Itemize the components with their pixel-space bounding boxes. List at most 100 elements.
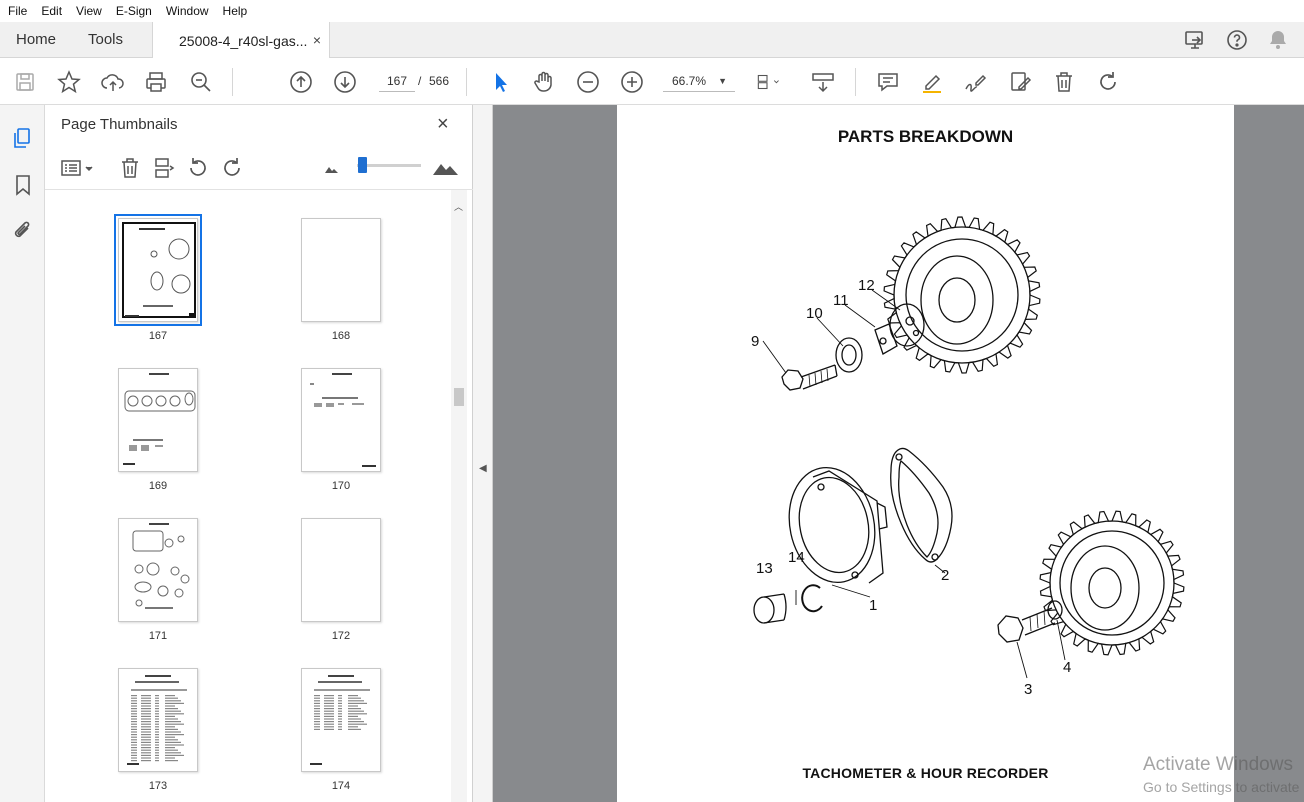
page-thumbnail[interactable] xyxy=(301,668,381,772)
parts-exploded-drawing: 9 10 11 12 13 14 1 2 3 4 xyxy=(751,216,1185,698)
lower-gear-drawing xyxy=(1049,520,1175,646)
next-page-icon[interactable] xyxy=(332,69,358,95)
large-thumbnail-icon[interactable] xyxy=(431,155,459,181)
gear-teeth xyxy=(883,216,1041,374)
thumbnail-page-number: 171 xyxy=(148,630,168,642)
upper-gear-drawing xyxy=(893,226,1031,364)
thumbnail-page-number: 168 xyxy=(331,330,351,342)
zoom-out-icon[interactable] xyxy=(575,69,601,95)
help-icon[interactable] xyxy=(1225,28,1249,52)
attachment-paperclip-icon[interactable] xyxy=(10,218,36,244)
main-toolbar: 167 / 566 66.7% ▼ xyxy=(0,58,1304,105)
page-thumbnails-icon[interactable] xyxy=(10,125,36,151)
callout-1: 1 xyxy=(869,597,877,614)
bookmark-star-icon[interactable] xyxy=(56,69,82,95)
watermark-line-1: Activate Windows xyxy=(1143,754,1293,775)
callout-14: 14 xyxy=(788,549,805,566)
thumbnail-page-number: 169 xyxy=(148,480,168,492)
left-nav-rail xyxy=(0,105,45,802)
panel-title: Page Thumbnails xyxy=(61,116,178,133)
page-thumbnail[interactable] xyxy=(301,518,381,622)
menu-esign[interactable]: E-Sign xyxy=(116,4,152,18)
edit-pdf-icon[interactable] xyxy=(1007,69,1033,95)
current-page-input[interactable]: 167 xyxy=(379,70,415,92)
figure-caption: TACHOMETER & HOUR RECORDER xyxy=(802,765,1049,781)
print-icon[interactable] xyxy=(143,69,169,95)
zoom-in-icon[interactable] xyxy=(619,69,645,95)
menu-view[interactable]: View xyxy=(76,4,102,18)
insert-page-icon[interactable] xyxy=(151,155,177,181)
menu-bar: File Edit View E-Sign Window Help xyxy=(0,0,1304,22)
callout-10: 10 xyxy=(806,305,823,322)
hand-tool-icon[interactable] xyxy=(531,69,557,95)
callout-4: 4 xyxy=(1063,659,1071,676)
tab-document[interactable]: 25008-4_r40sl-gas... × xyxy=(152,22,330,59)
thumbnail-page-number: 173 xyxy=(148,780,168,792)
document-view[interactable]: PARTS BREAKDOWN 9 10 11 12 13 14 1 2 3 4… xyxy=(493,105,1304,802)
scrollbar-thumb[interactable] xyxy=(454,388,464,406)
thumbnail-page-number: 170 xyxy=(331,480,351,492)
rotate-right-icon[interactable] xyxy=(219,155,245,181)
menu-help[interactable]: Help xyxy=(223,4,248,18)
pdf-page: PARTS BREAKDOWN 9 10 11 12 13 14 1 2 3 4… xyxy=(617,105,1234,802)
thumbnail-scrollbar[interactable]: ︿ xyxy=(451,190,467,802)
scroll-up-icon[interactable]: ︿ xyxy=(454,200,463,213)
comment-icon[interactable] xyxy=(875,69,901,95)
callout-9: 9 xyxy=(751,333,759,350)
rotate-left-icon[interactable] xyxy=(185,155,211,181)
page-thumbnail[interactable] xyxy=(118,668,198,772)
page-thumbnail[interactable] xyxy=(118,368,198,472)
callout-12: 12 xyxy=(858,277,875,294)
toolbar-divider xyxy=(466,68,467,96)
total-pages: 566 xyxy=(429,74,450,88)
highlight-pen-icon[interactable] xyxy=(919,69,945,95)
chevron-down-icon: ▼ xyxy=(718,76,727,86)
previous-page-icon[interactable] xyxy=(288,69,314,95)
draw-sign-icon[interactable] xyxy=(962,69,988,95)
scroll-mode-icon[interactable] xyxy=(810,69,836,95)
page-thumbnail[interactable] xyxy=(118,518,198,622)
thumbnail-size-slider-handle[interactable] xyxy=(358,157,367,173)
page-separator: / xyxy=(418,74,422,88)
gear-teeth xyxy=(1039,510,1185,656)
tab-home[interactable]: Home xyxy=(16,22,56,58)
thumbnail-page-number: 167 xyxy=(148,330,168,342)
windows-activation-watermark: Activate Windows Go to Settings to activ… xyxy=(1143,754,1299,795)
callout-13: 13 xyxy=(756,560,773,577)
delete-trash-icon[interactable] xyxy=(1051,69,1077,95)
page-thumbnail[interactable] xyxy=(301,368,381,472)
close-panel-icon[interactable]: × xyxy=(437,113,449,136)
page-thumbnail[interactable] xyxy=(301,218,381,322)
thumbnail-options-icon[interactable] xyxy=(59,155,97,181)
callout-2: 2 xyxy=(941,567,949,584)
small-thumbnail-icon[interactable] xyxy=(319,155,345,181)
select-cursor-icon[interactable] xyxy=(488,69,514,95)
tab-bar: Home Tools 25008-4_r40sl-gas... × xyxy=(0,22,1304,59)
callout-11: 11 xyxy=(833,292,849,309)
page-thumbnail[interactable] xyxy=(114,214,202,326)
delete-pages-icon[interactable] xyxy=(117,155,143,181)
document-tab-label: 25008-4_r40sl-gas... xyxy=(179,32,308,49)
tachometer-housing-drawing xyxy=(788,466,888,584)
menu-file[interactable]: File xyxy=(8,4,27,18)
watermark-line-2: Go to Settings to activate xyxy=(1143,779,1300,795)
thumbnail-page-number: 174 xyxy=(331,780,351,792)
tab-tools[interactable]: Tools xyxy=(88,22,123,58)
redo-rotate-icon[interactable] xyxy=(1095,69,1121,95)
menu-window[interactable]: Window xyxy=(166,4,209,18)
save-icon[interactable] xyxy=(12,69,38,95)
bookmark-icon[interactable] xyxy=(10,172,36,198)
notification-bell-icon[interactable] xyxy=(1266,28,1290,52)
page-fit-icon[interactable] xyxy=(754,69,790,95)
page-thumbnails-panel: Page Thumbnails × 167 168 169 170 171 172 173 1… xyxy=(45,105,473,802)
upload-cloud-icon[interactable] xyxy=(100,69,126,95)
toolbar-divider xyxy=(855,68,856,96)
thumbnail-page-number: 172 xyxy=(331,630,351,642)
collapse-panel-icon[interactable]: ◀ xyxy=(479,463,487,474)
close-tab-icon[interactable]: × xyxy=(313,32,321,48)
zoom-search-icon[interactable] xyxy=(188,69,214,95)
panel-splitter[interactable]: ◀ xyxy=(473,105,493,802)
zoom-level-select[interactable]: 66.7% ▼ xyxy=(663,70,735,92)
share-screen-icon[interactable] xyxy=(1183,28,1207,52)
menu-edit[interactable]: Edit xyxy=(41,4,62,18)
